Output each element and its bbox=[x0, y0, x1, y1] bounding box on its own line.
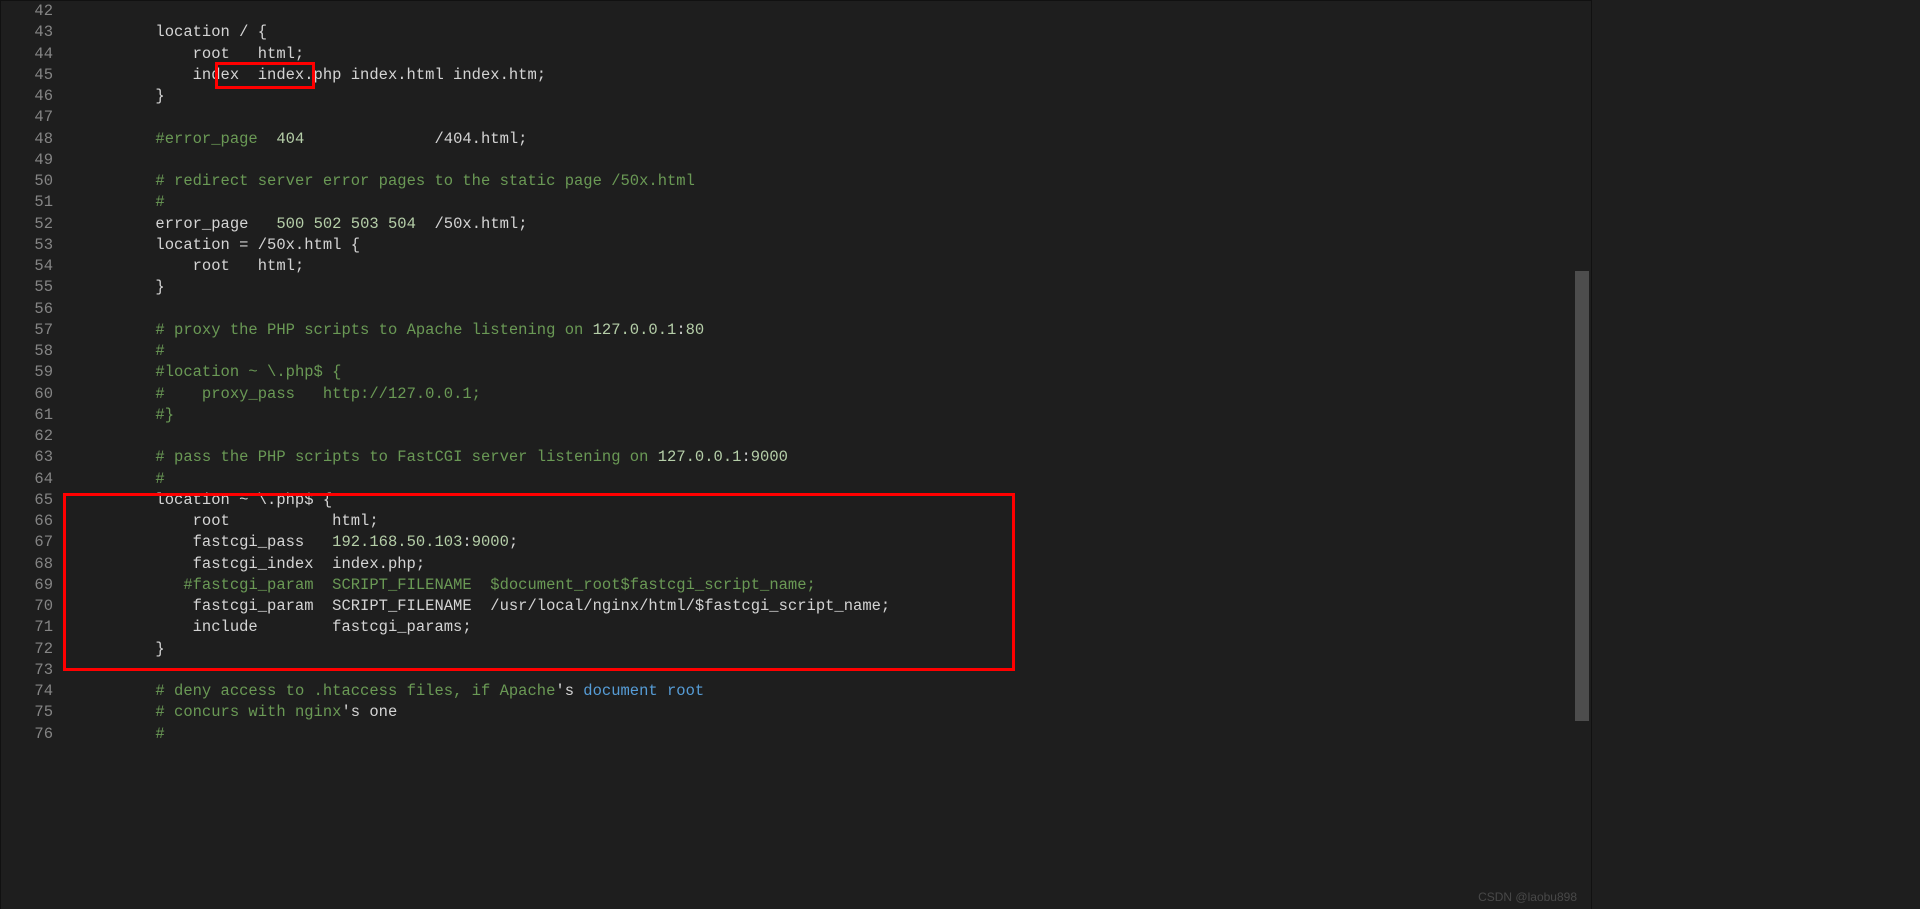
line-number: 49 bbox=[1, 150, 53, 171]
line-number: 76 bbox=[1, 724, 53, 745]
code-line[interactable] bbox=[63, 426, 1591, 447]
code-line[interactable]: # concurs with nginx's one bbox=[63, 702, 1591, 723]
code-line[interactable]: #error_page 404 /404.html; bbox=[63, 129, 1591, 150]
line-number: 65 bbox=[1, 490, 53, 511]
code-line[interactable]: location / { bbox=[63, 22, 1591, 43]
code-line[interactable]: # bbox=[63, 192, 1591, 213]
watermark: CSDN @laobu898 bbox=[1478, 890, 1577, 904]
code-line[interactable]: } bbox=[63, 277, 1591, 298]
line-number: 44 bbox=[1, 44, 53, 65]
code-line[interactable]: # bbox=[63, 724, 1591, 745]
line-number-gutter: 4243444546474849505152535455565758596061… bbox=[1, 1, 63, 909]
code-line[interactable]: fastcgi_param SCRIPT_FILENAME /usr/local… bbox=[63, 596, 1591, 617]
code-line[interactable]: #fastcgi_param SCRIPT_FILENAME $document… bbox=[63, 575, 1591, 596]
line-number: 69 bbox=[1, 575, 53, 596]
line-number: 57 bbox=[1, 320, 53, 341]
line-number: 45 bbox=[1, 65, 53, 86]
code-line[interactable]: # proxy_pass http://127.0.0.1; bbox=[63, 384, 1591, 405]
line-number: 58 bbox=[1, 341, 53, 362]
code-line[interactable]: include fastcgi_params; bbox=[63, 617, 1591, 638]
code-line[interactable]: root html; bbox=[63, 256, 1591, 277]
code-line[interactable] bbox=[63, 299, 1591, 320]
line-number: 61 bbox=[1, 405, 53, 426]
code-line[interactable] bbox=[63, 107, 1591, 128]
line-number: 51 bbox=[1, 192, 53, 213]
code-line[interactable]: # pass the PHP scripts to FastCGI server… bbox=[63, 447, 1591, 468]
code-line[interactable] bbox=[63, 150, 1591, 171]
code-line[interactable]: } bbox=[63, 639, 1591, 660]
line-number: 74 bbox=[1, 681, 53, 702]
line-number: 47 bbox=[1, 107, 53, 128]
code-line[interactable]: root html; bbox=[63, 511, 1591, 532]
code-line[interactable]: # proxy the PHP scripts to Apache listen… bbox=[63, 320, 1591, 341]
code-line[interactable]: location = /50x.html { bbox=[63, 235, 1591, 256]
code-line[interactable]: error_page 500 502 503 504 /50x.html; bbox=[63, 214, 1591, 235]
code-line[interactable]: fastcgi_index index.php; bbox=[63, 554, 1591, 575]
code-line[interactable]: #} bbox=[63, 405, 1591, 426]
code-line[interactable] bbox=[63, 660, 1591, 681]
code-line[interactable]: location ~ \.php$ { bbox=[63, 490, 1591, 511]
line-number: 60 bbox=[1, 384, 53, 405]
line-number: 50 bbox=[1, 171, 53, 192]
code-line[interactable]: index index.php index.html index.htm; bbox=[63, 65, 1591, 86]
line-number: 73 bbox=[1, 660, 53, 681]
code-line[interactable]: # bbox=[63, 341, 1591, 362]
line-number: 42 bbox=[1, 1, 53, 22]
code-line[interactable]: } bbox=[63, 86, 1591, 107]
line-number: 75 bbox=[1, 702, 53, 723]
line-number: 59 bbox=[1, 362, 53, 383]
code-line[interactable] bbox=[63, 1, 1591, 22]
line-number: 68 bbox=[1, 554, 53, 575]
code-line[interactable]: # bbox=[63, 469, 1591, 490]
code-editor[interactable]: 4243444546474849505152535455565758596061… bbox=[0, 0, 1592, 909]
line-number: 67 bbox=[1, 532, 53, 553]
line-number: 52 bbox=[1, 214, 53, 235]
line-number: 71 bbox=[1, 617, 53, 638]
code-line[interactable]: #location ~ \.php$ { bbox=[63, 362, 1591, 383]
line-number: 64 bbox=[1, 469, 53, 490]
line-number: 48 bbox=[1, 129, 53, 150]
line-number: 53 bbox=[1, 235, 53, 256]
line-number: 55 bbox=[1, 277, 53, 298]
line-number: 62 bbox=[1, 426, 53, 447]
code-area[interactable]: location / { root html; index index.php … bbox=[63, 1, 1591, 909]
line-number: 70 bbox=[1, 596, 53, 617]
line-number: 63 bbox=[1, 447, 53, 468]
code-line[interactable]: # deny access to .htaccess files, if Apa… bbox=[63, 681, 1591, 702]
scrollbar-thumb[interactable] bbox=[1575, 271, 1589, 721]
code-line[interactable]: fastcgi_pass 192.168.50.103:9000; bbox=[63, 532, 1591, 553]
line-number: 46 bbox=[1, 86, 53, 107]
scrollbar-track[interactable] bbox=[1575, 1, 1589, 909]
line-number: 43 bbox=[1, 22, 53, 43]
line-number: 72 bbox=[1, 639, 53, 660]
line-number: 56 bbox=[1, 299, 53, 320]
code-line[interactable]: root html; bbox=[63, 44, 1591, 65]
line-number: 54 bbox=[1, 256, 53, 277]
line-number: 66 bbox=[1, 511, 53, 532]
code-line[interactable]: # redirect server error pages to the sta… bbox=[63, 171, 1591, 192]
